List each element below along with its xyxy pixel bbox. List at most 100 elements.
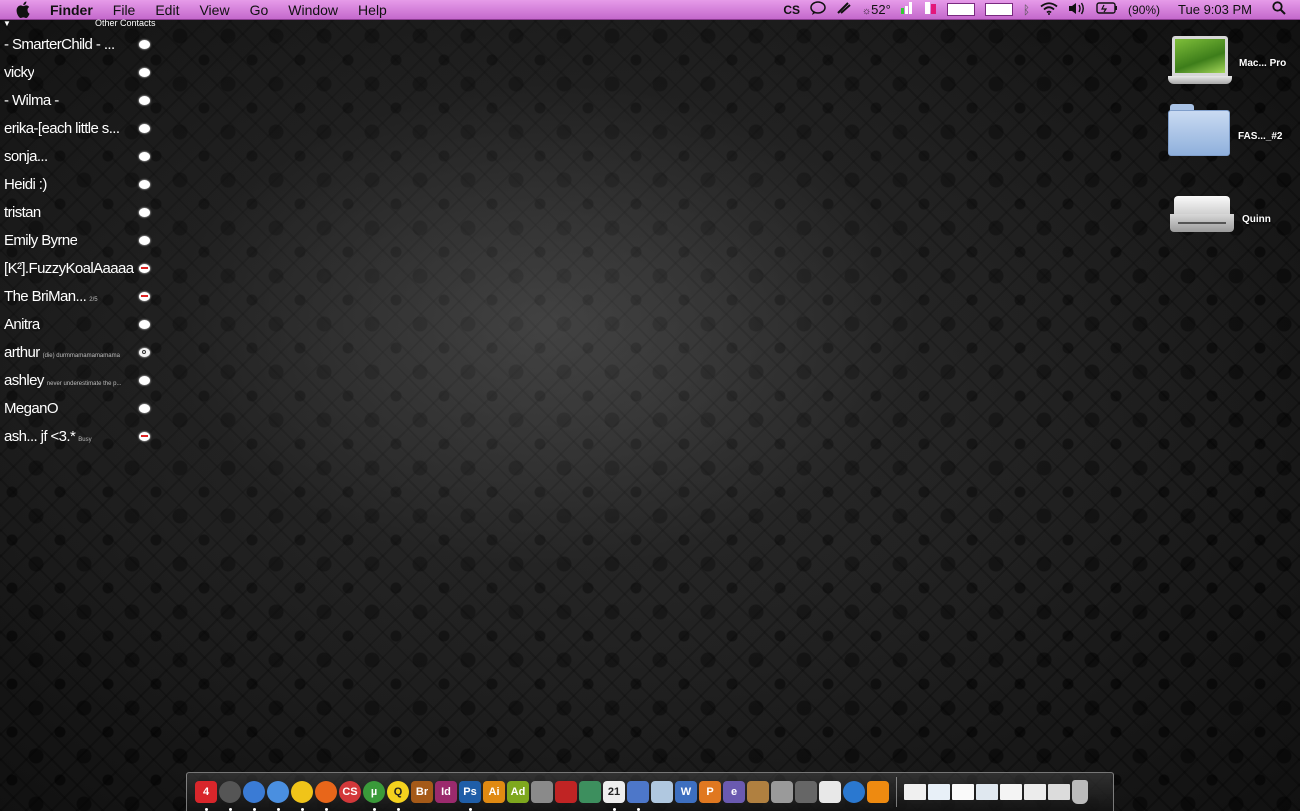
buddy-name: ashley never underestimate the p... <box>4 372 121 389</box>
dock-app-glyph: P <box>706 786 714 798</box>
buddy-row[interactable]: Heidi :) <box>0 171 160 199</box>
volume-icon[interactable] <box>1068 2 1086 18</box>
menu-extras: CS ☼52° ᛒ (90%) Tue 9:03 PM <box>783 0 1286 19</box>
textedit-icon[interactable] <box>819 781 841 803</box>
buddy-row[interactable]: The BriMan... 2/5 <box>0 283 160 311</box>
firefox-icon[interactable] <box>315 781 337 811</box>
buddy-name: tristan <box>4 204 41 221</box>
desktop-item-label: Mac... Pro <box>1239 58 1287 69</box>
bridge-icon[interactable]: Br <box>411 781 433 803</box>
status-available-icon <box>139 320 150 329</box>
disk-meter-icon <box>984 3 1013 16</box>
minimized-window-5-icon[interactable] <box>1000 784 1022 800</box>
powerpoint-icon[interactable]: P <box>699 781 721 803</box>
camera-icon[interactable] <box>795 781 817 803</box>
menu-finder[interactable]: Finder <box>50 2 93 18</box>
photo-booth-icon[interactable] <box>531 781 553 803</box>
group-header[interactable]: ▼ Other Contacts <box>0 17 160 31</box>
laptop-icon <box>1168 36 1232 90</box>
buddy-row[interactable]: Emily Byrne <box>0 227 160 255</box>
creative-suite-icon[interactable]: CS <box>783 3 800 17</box>
buddy-name-text: ash... jf <3.* <box>4 428 76 445</box>
textbook-icon[interactable] <box>555 781 577 803</box>
buddy-name: Emily Byrne <box>4 232 77 249</box>
dock-app-glyph: 21 <box>607 786 621 798</box>
buddy-row[interactable]: ashley never underestimate the p... <box>0 367 160 395</box>
menu-help[interactable]: Help <box>358 2 387 18</box>
chat-bubble-icon[interactable] <box>810 1 826 18</box>
status-available-icon <box>139 152 150 161</box>
buddy-name: Anitra <box>4 316 40 333</box>
buddy-name-text: vicky <box>4 64 35 81</box>
finder-icon[interactable] <box>267 781 289 811</box>
minimized-window-1-icon[interactable] <box>904 784 926 800</box>
minimized-window-6-icon[interactable] <box>1024 784 1046 800</box>
dashboard-icon[interactable] <box>219 781 241 811</box>
acrobat-icon[interactable]: Ad <box>507 781 529 803</box>
illustrator-icon[interactable]: Ai <box>483 781 505 803</box>
dock-app-glyph: µ <box>370 786 378 798</box>
utorrent-icon[interactable]: µ <box>363 781 385 811</box>
safari-icon[interactable] <box>243 781 265 811</box>
buddy-name-text: [K²].FuzzyKoalAaaaa <box>4 260 134 277</box>
clock[interactable]: Tue 9:03 PM <box>1178 2 1252 17</box>
buddy-name-text: sonja... <box>4 148 48 165</box>
menu-edit[interactable]: Edit <box>155 2 179 18</box>
word-icon[interactable]: W <box>675 781 697 803</box>
spotlight-icon[interactable] <box>1272 1 1286 18</box>
buddy-row[interactable]: tristan <box>0 199 160 227</box>
menu-bar: Finder File Edit View Go Window Help CS … <box>0 0 1300 20</box>
preview-icon[interactable] <box>579 781 601 803</box>
adium-icon[interactable] <box>291 781 313 811</box>
wifi-icon[interactable] <box>1040 1 1058 18</box>
script-icon[interactable] <box>836 1 852 18</box>
ical-icon[interactable]: 21 <box>603 781 625 811</box>
buddy-row[interactable]: [K²].FuzzyKoalAaaaa <box>0 255 160 283</box>
disclosure-triangle-icon[interactable]: ▼ <box>3 19 11 28</box>
buddy-name-text: The BriMan... <box>4 288 87 305</box>
apple-icon[interactable] <box>16 1 38 18</box>
weather-icon[interactable]: ☼52° <box>862 2 891 17</box>
minimized-window-4-icon[interactable] <box>976 784 998 800</box>
buddy-row[interactable]: ash... jf <3.* Busy <box>0 423 160 451</box>
buddy-name-text: MeganO <box>4 400 58 417</box>
script-editor-icon[interactable] <box>771 781 793 803</box>
buddy-row[interactable]: erika-[each little s... <box>0 115 160 143</box>
entourage-icon[interactable]: e <box>723 781 745 803</box>
garageband-icon[interactable] <box>747 781 769 803</box>
minimized-window-3-icon[interactable] <box>952 784 974 800</box>
menu-window[interactable]: Window <box>288 2 338 18</box>
menu-go[interactable]: Go <box>250 2 269 18</box>
buddy-row[interactable]: Anitra <box>0 311 160 339</box>
buddy-row[interactable]: MeganO <box>0 395 160 423</box>
minimized-window-2-icon[interactable] <box>928 784 950 800</box>
iphoto-icon[interactable] <box>651 781 673 803</box>
buddy-name: arthur (die) durmmamamamamama <box>4 344 120 361</box>
buddy-row[interactable]: - SmarterChild - ... <box>0 31 160 59</box>
quicksilver-icon[interactable]: Q <box>387 781 409 811</box>
quicktime-icon[interactable] <box>843 781 865 803</box>
buddy-row[interactable]: - Wilma - <box>0 87 160 115</box>
buddy-status-message: Busy <box>78 437 92 443</box>
buddy-name: Heidi :) <box>4 176 47 193</box>
mail-icon[interactable] <box>627 781 649 811</box>
buddy-row[interactable]: arthur (die) durmmamamamamama <box>0 339 160 367</box>
buddy-name: - Wilma - <box>4 92 59 109</box>
battery-icon[interactable] <box>1096 2 1118 17</box>
vlc-icon[interactable] <box>867 781 889 803</box>
menu-view[interactable]: View <box>199 2 229 18</box>
buddy-row[interactable]: vicky <box>0 59 160 87</box>
calendar-app-icon[interactable]: 4 <box>195 781 217 811</box>
dock-app-glyph: 4 <box>202 786 210 798</box>
dock-app-glyph: W <box>680 786 692 798</box>
trash-icon[interactable] <box>1072 780 1088 804</box>
buddy-list: ▼ Other Contacts - SmarterChild - ... vic… <box>0 17 160 451</box>
buddy-name-text: arthur <box>4 344 40 361</box>
menu-file[interactable]: File <box>113 2 136 18</box>
photoshop-icon[interactable]: Ps <box>459 781 481 811</box>
buddy-row[interactable]: sonja... <box>0 143 160 171</box>
indesign-icon[interactable]: Id <box>435 781 457 803</box>
minimized-window-7-icon[interactable] <box>1048 784 1070 800</box>
bluetooth-icon[interactable]: ᛒ <box>1023 3 1030 17</box>
creative-suite-icon[interactable]: CS <box>339 781 361 803</box>
